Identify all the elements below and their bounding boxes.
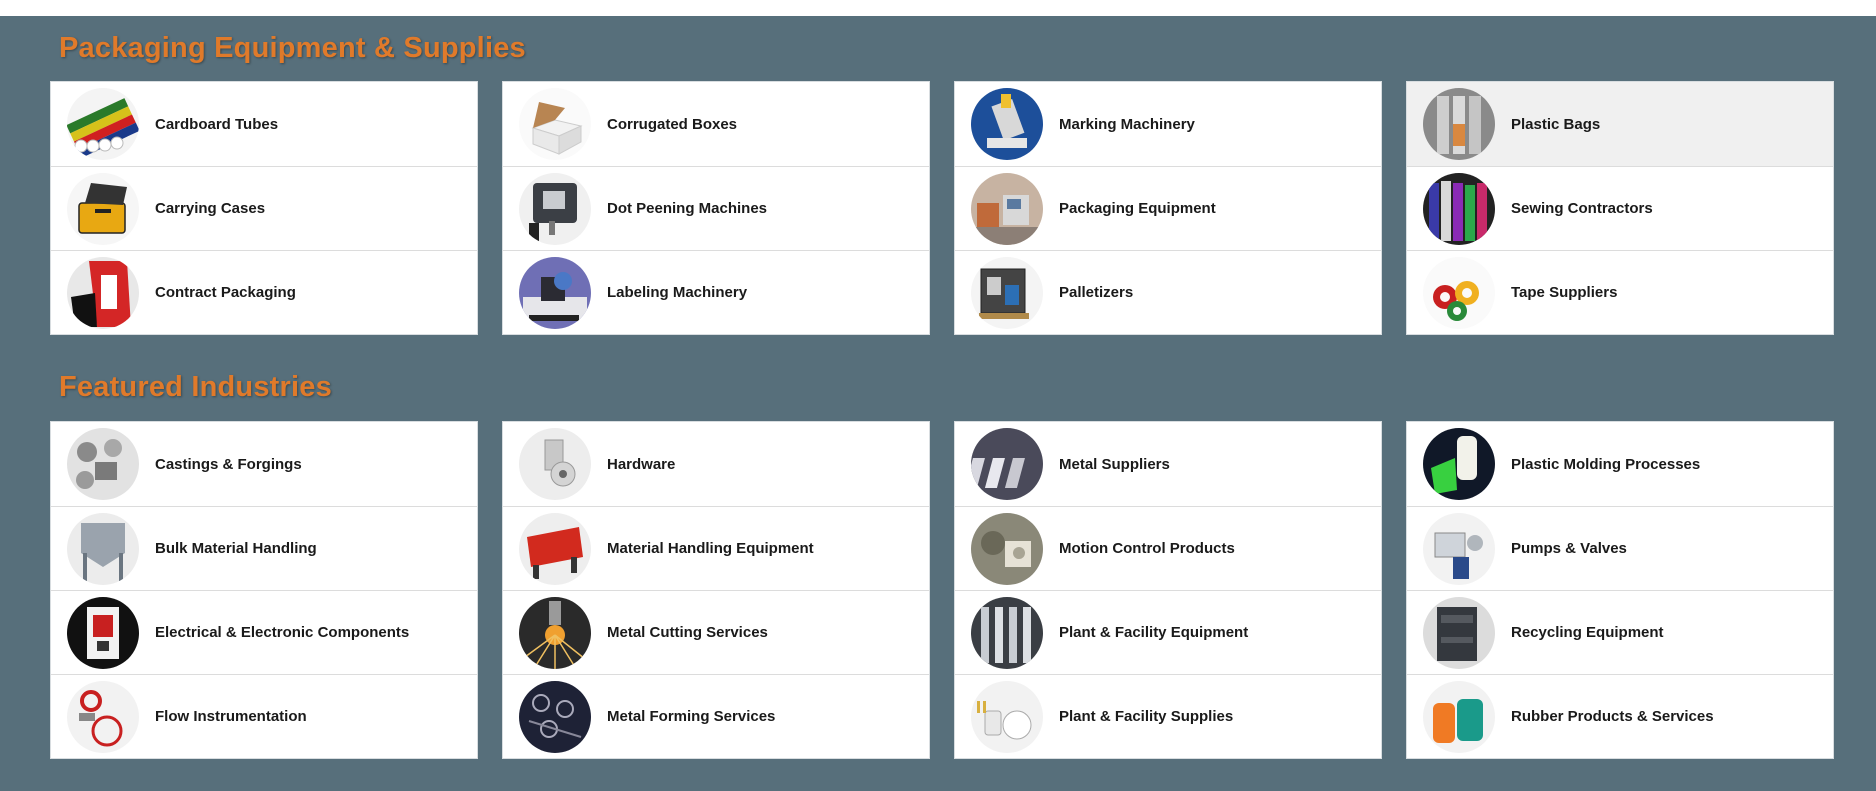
category-label: Pumps & Valves	[1511, 540, 1627, 557]
contract-packaging-icon	[67, 256, 139, 329]
category-label: Material Handling Equipment	[607, 540, 814, 557]
palletizer-icon	[971, 256, 1043, 329]
metal-forming-icon	[519, 680, 591, 753]
category-label: Electrical & Electronic Components	[155, 624, 410, 641]
category-label: Recycling Equipment	[1511, 624, 1664, 641]
category-card: Castings & Forgings Bulk Material Handli…	[50, 421, 478, 759]
category-card: Cardboard Tubes Carrying Cases Contract …	[50, 81, 478, 335]
page-background: Packaging Equipment & Supplies Cardboard…	[0, 16, 1876, 791]
category-label: Motion Control Products	[1059, 540, 1235, 557]
hardware-icon	[519, 428, 591, 500]
category-link-plastic-bags[interactable]: Plastic Bags	[1407, 82, 1833, 166]
electrical-components-icon	[67, 596, 139, 669]
packaging-grid: Cardboard Tubes Carrying Cases Contract …	[50, 81, 1834, 335]
sewing-contractors-icon	[1423, 172, 1495, 245]
category-link-plastic-molding-processes[interactable]: Plastic Molding Processes	[1407, 422, 1833, 506]
corrugated-box-icon	[519, 88, 591, 160]
labeling-machine-icon	[519, 256, 591, 329]
category-link-carrying-cases[interactable]: Carrying Cases	[51, 166, 477, 250]
category-label: Plant & Facility Supplies	[1059, 708, 1234, 725]
category-link-packaging-equipment[interactable]: Packaging Equipment	[955, 166, 1381, 250]
category-link-rubber-products-services[interactable]: Rubber Products & Services	[1407, 674, 1833, 758]
category-link-sewing-contractors[interactable]: Sewing Contractors	[1407, 166, 1833, 250]
flow-instrument-icon	[67, 680, 139, 753]
category-link-pumps-valves[interactable]: Pumps & Valves	[1407, 506, 1833, 590]
category-link-material-handling-equipment[interactable]: Material Handling Equipment	[503, 506, 929, 590]
metal-suppliers-icon	[971, 428, 1043, 500]
category-label: Rubber Products & Services	[1511, 708, 1714, 725]
category-link-labeling-machinery[interactable]: Labeling Machinery	[503, 250, 929, 334]
category-link-recycling-equipment[interactable]: Recycling Equipment	[1407, 590, 1833, 674]
category-link-palletizers[interactable]: Palletizers	[955, 250, 1381, 334]
category-label: Corrugated Boxes	[607, 115, 738, 133]
category-link-metal-cutting-services[interactable]: Metal Cutting Services	[503, 590, 929, 674]
category-label: Hardware	[607, 455, 676, 473]
category-label: Castings & Forgings	[155, 455, 302, 473]
plastic-bags-icon	[1423, 88, 1495, 160]
metal-cutting-icon	[519, 596, 591, 669]
plant-supplies-icon	[971, 680, 1043, 753]
plastic-molding-icon	[1423, 428, 1495, 500]
category-link-motion-control-products[interactable]: Motion Control Products	[955, 506, 1381, 590]
marking-machine-icon	[971, 88, 1043, 160]
category-link-plant-facility-supplies[interactable]: Plant & Facility Supplies	[955, 674, 1381, 758]
category-card: Plastic Bags Sewing Contractors Tape Sup…	[1406, 81, 1834, 335]
category-link-contract-packaging[interactable]: Contract Packaging	[51, 250, 477, 334]
category-link-metal-forming-services[interactable]: Metal Forming Services	[503, 674, 929, 758]
pumps-valves-icon	[1423, 512, 1495, 585]
castings-icon	[67, 428, 139, 500]
category-link-flow-instrumentation[interactable]: Flow Instrumentation	[51, 674, 477, 758]
section-title-packaging: Packaging Equipment & Supplies	[59, 32, 526, 64]
category-label: Labeling Machinery	[607, 284, 748, 301]
carrying-case-icon	[67, 172, 139, 245]
category-link-tape-suppliers[interactable]: Tape Suppliers	[1407, 250, 1833, 334]
category-link-hardware[interactable]: Hardware	[503, 422, 929, 506]
category-link-castings-forgings[interactable]: Castings & Forgings	[51, 422, 477, 506]
category-label: Flow Instrumentation	[155, 708, 307, 725]
category-card: Metal Suppliers Motion Control Products	[954, 421, 1382, 759]
recycling-equipment-icon	[1423, 596, 1495, 669]
tape-icon	[1423, 256, 1495, 329]
rubber-products-icon	[1423, 680, 1495, 753]
category-label: Bulk Material Handling	[155, 540, 317, 557]
category-card: Corrugated Boxes Dot Peening Machines La…	[502, 81, 930, 335]
category-label: Carrying Cases	[155, 200, 266, 217]
category-label: Metal Suppliers	[1059, 455, 1170, 473]
category-link-cardboard-tubes[interactable]: Cardboard Tubes	[51, 82, 477, 166]
category-link-corrugated-boxes[interactable]: Corrugated Boxes	[503, 82, 929, 166]
category-link-dot-peening-machines[interactable]: Dot Peening Machines	[503, 166, 929, 250]
material-handling-icon	[519, 512, 591, 585]
packaging-equipment-icon	[971, 172, 1043, 245]
category-card: Plastic Molding Processes Pumps & Valves	[1406, 421, 1834, 759]
category-card: Hardware Material Handling Equipment Met…	[502, 421, 930, 759]
featured-industries-grid: Castings & Forgings Bulk Material Handli…	[50, 421, 1834, 759]
category-label: Dot Peening Machines	[607, 200, 768, 217]
category-label: Sewing Contractors	[1511, 200, 1653, 217]
category-label: Cardboard Tubes	[155, 115, 279, 133]
category-link-electrical-electronic-components[interactable]: Electrical & Electronic Components	[51, 590, 477, 674]
category-link-plant-facility-equipment[interactable]: Plant & Facility Equipment	[955, 590, 1381, 674]
category-label: Metal Forming Services	[607, 708, 776, 725]
motion-control-icon	[971, 512, 1043, 585]
bulk-handling-icon	[67, 512, 139, 585]
category-label: Plant & Facility Equipment	[1059, 624, 1249, 641]
category-label: Tape Suppliers	[1511, 284, 1618, 301]
section-title-featured-industries: Featured Industries	[59, 371, 332, 403]
cardboard-tubes-icon	[67, 88, 139, 160]
plant-equipment-icon	[971, 596, 1043, 669]
category-label: Plastic Bags	[1511, 115, 1601, 133]
category-label: Palletizers	[1059, 284, 1134, 301]
category-label: Contract Packaging	[155, 284, 296, 301]
category-label: Marking Machinery	[1059, 115, 1195, 133]
category-card: Marking Machinery Packaging Equipment Pa…	[954, 81, 1382, 335]
category-label: Metal Cutting Services	[607, 624, 768, 641]
category-link-metal-suppliers[interactable]: Metal Suppliers	[955, 422, 1381, 506]
category-link-marking-machinery[interactable]: Marking Machinery	[955, 82, 1381, 166]
dot-peening-machine-icon	[519, 172, 591, 245]
category-label: Plastic Molding Processes	[1511, 455, 1701, 473]
category-link-bulk-material-handling[interactable]: Bulk Material Handling	[51, 506, 477, 590]
category-label: Packaging Equipment	[1059, 200, 1216, 217]
